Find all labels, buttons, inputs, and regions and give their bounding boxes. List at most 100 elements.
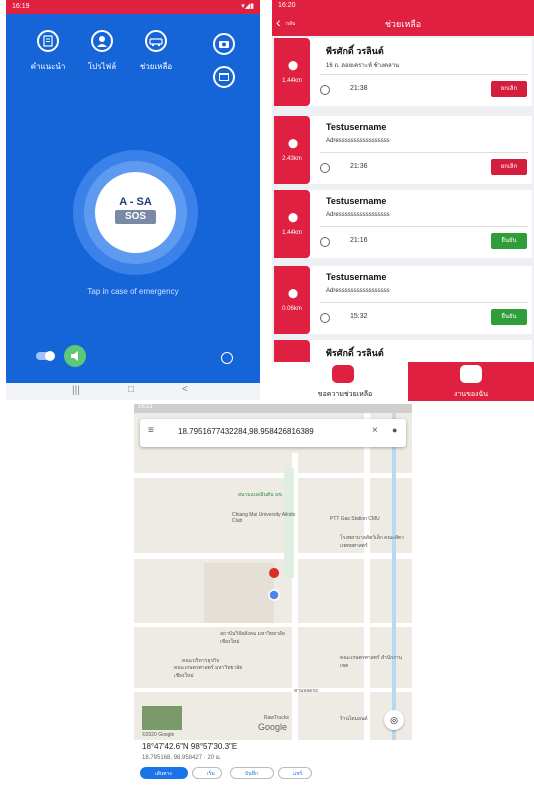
request-time: 21:16 — [350, 237, 368, 244]
requester-name: Testusername — [326, 122, 387, 132]
volume-icon[interactable] — [64, 345, 86, 367]
gallery-icon[interactable] — [213, 66, 235, 88]
cancel-button[interactable]: ยกเลิก — [491, 81, 527, 97]
place-label[interactable]: RawTrucks — [264, 715, 289, 721]
place-label[interactable]: สถาบันวิจัยสังคม มหาวิทยาลัยเชียงใหม่ — [220, 630, 290, 646]
clock-icon — [320, 237, 330, 247]
status-time: 16:20 — [278, 2, 296, 9]
menu-label: โปรไฟล์ — [87, 62, 117, 71]
requester-address: Adresssssssssssssssss — [326, 212, 390, 218]
menu-label: ช่วยเหลือ — [139, 62, 173, 71]
sos-home-screen: 16:19 ▾◢▮ คำแนะนำ โปรไฟล์ ช่วยเหลือ A - … — [6, 0, 260, 400]
place-label[interactable]: คณะเกษตรศาสตร์ มหาวิทยาลัยเชียงใหม่ — [174, 664, 254, 680]
my-location-icon[interactable]: ◎ — [384, 710, 404, 730]
tab-request-help[interactable]: ขอความช่วยเหลือ — [282, 362, 408, 401]
location-info-panel: 18°47'42.6"N 98°57'30.3"E 18.795168, 98.… — [134, 740, 412, 787]
tab-my-jobs[interactable]: งานของฉัน — [408, 362, 534, 401]
requester-address: Adresssssssssssssssss — [326, 138, 390, 144]
confirm-button[interactable]: ยืนยัน — [491, 233, 527, 249]
location-pin-icon: ⬤ — [288, 212, 299, 222]
divider — [320, 152, 528, 153]
help-card[interactable]: ⬤ 1.44km พีรศักดิ์ วรลินต์ 16 ถ. ลอยเครา… — [274, 38, 532, 106]
requester-name: พีรศักดิ์ วรลินต์ — [326, 46, 384, 56]
request-time: 21:38 — [350, 85, 368, 92]
clock-icon — [320, 85, 330, 95]
location-pin-icon: ⬤ — [288, 60, 299, 70]
helmet-icon — [332, 365, 354, 383]
tab-label: ขอความช่วยเหลือ — [317, 391, 373, 398]
clock-icon — [320, 313, 330, 323]
helmet-icon — [460, 365, 482, 383]
divider — [320, 302, 528, 303]
recent-apps-icon[interactable]: ||| — [72, 385, 80, 396]
place-label[interactable]: PTT Gas Station CMU — [330, 516, 380, 522]
start-button[interactable]: เริ่ม — [192, 767, 222, 779]
street-view-thumbnail[interactable] — [142, 706, 182, 730]
search-bar[interactable]: ≡ 18.7951677432284,98.958426816389 × ● — [140, 419, 406, 447]
toggle-knob — [45, 351, 55, 361]
page-title: ช่วยเหลือ — [384, 19, 422, 29]
location-pin-icon: ⬤ — [288, 288, 299, 298]
distance-badge: ⬤ 2.43km — [274, 116, 310, 184]
header-bar: 16:20 ‹ กลับ ช่วยเหลือ — [272, 0, 534, 36]
directions-button[interactable]: เส้นทาง — [140, 767, 188, 779]
document-icon — [37, 30, 59, 52]
confirm-button[interactable]: ยืนยัน — [491, 309, 527, 325]
status-bar: 16:21 — [134, 404, 412, 413]
status-time: 16:21 — [138, 404, 154, 410]
place-label[interactable]: โรงพยาบาลสัตว์เล็ก คณะสัตวแพทยศาสตร์ — [340, 534, 410, 550]
android-nav-bar: ||| □ < — [6, 383, 260, 400]
mic-icon[interactable]: ● — [392, 425, 397, 435]
help-card[interactable]: ⬤ 0.06km Testusername Adressssssssssssss… — [274, 266, 532, 334]
rescue-icon — [145, 30, 167, 52]
signal-icon: ▾◢▮ — [241, 3, 254, 10]
help-card[interactable]: ⬤ 1.44km Testusername Adressssssssssssss… — [274, 190, 532, 258]
back-icon[interactable]: < — [182, 384, 188, 395]
logo-text-bottom: SOS — [115, 210, 156, 224]
map-canvas[interactable] — [134, 413, 412, 740]
tab-label: งานของฉัน — [453, 391, 489, 398]
place-label[interactable]: ลานจอดรถ — [294, 687, 318, 695]
status-bar: 16:19 ▾◢▮ — [6, 0, 260, 14]
logo-text-top: A - SA — [119, 196, 152, 208]
close-icon[interactable]: × — [372, 425, 378, 436]
help-list-screen: 16:20 ‹ กลับ ช่วยเหลือ ⬤ 1.44km พีรศักดิ… — [272, 0, 534, 401]
cancel-button[interactable]: ยกเลิก — [491, 159, 527, 175]
search-input[interactable]: 18.7951677432284,98.958426816389 — [178, 427, 314, 436]
help-icon[interactable] — [221, 352, 233, 364]
save-button[interactable]: บันทึก — [230, 767, 274, 779]
location-pin-icon: ⬤ — [288, 138, 299, 148]
distance-text: 1.44km — [282, 230, 302, 236]
coords-decimal: 18.795168, 98.958427 · 20 ม. — [142, 755, 222, 761]
distance-text: 2.43km — [282, 156, 302, 162]
map-screen: 16:21 ≡ 18.7951677432284,98.958426816389… — [134, 404, 412, 787]
clock-icon — [320, 163, 330, 173]
map-copyright: ©2020 Google — [142, 732, 175, 738]
help-card[interactable]: ⬤ 2.43km Testusername Adressssssssssssss… — [274, 116, 532, 184]
requester-address: 16 ถ. ลอยเคราะห์ ช้างคลาน — [326, 63, 400, 69]
requester-address: Adresssssssssssssssss — [326, 288, 390, 294]
sos-button[interactable]: A - SA SOS — [95, 172, 176, 253]
request-time: 15:32 — [350, 313, 368, 320]
profile-icon — [91, 30, 113, 52]
place-label[interactable]: คณะเกษตรศาสตร์ สำนักงานเขต — [340, 654, 410, 670]
requester-name: Testusername — [326, 272, 387, 282]
distance-badge: ⬤ 0.06km — [274, 266, 310, 334]
requester-name: พีรศักดิ์ วรลินต์ — [326, 348, 384, 358]
coords-dms: 18°47'42.6"N 98°57'30.3"E — [142, 742, 238, 751]
place-label[interactable]: Chiang Mai University Aikido Club — [232, 512, 302, 524]
home-icon[interactable]: □ — [128, 384, 134, 395]
share-button[interactable]: แชร์ — [278, 767, 312, 779]
place-label[interactable]: สนามแบดมินตัน มช. — [238, 491, 283, 499]
divider — [320, 226, 528, 227]
menu-icon[interactable]: ≡ — [148, 425, 154, 436]
divider — [320, 74, 528, 75]
camera-icon[interactable] — [213, 33, 235, 55]
place-label[interactable]: ร้านไดมอนด์ — [340, 715, 368, 723]
distance-badge: ⬤ 1.44km — [274, 38, 310, 106]
requester-name: Testusername — [326, 196, 387, 206]
menu-label: คำแนะนำ — [30, 62, 66, 71]
status-time: 16:19 — [12, 3, 30, 10]
tap-instruction: Tap in case of emergency — [87, 287, 179, 296]
distance-text: 0.06km — [282, 306, 302, 312]
